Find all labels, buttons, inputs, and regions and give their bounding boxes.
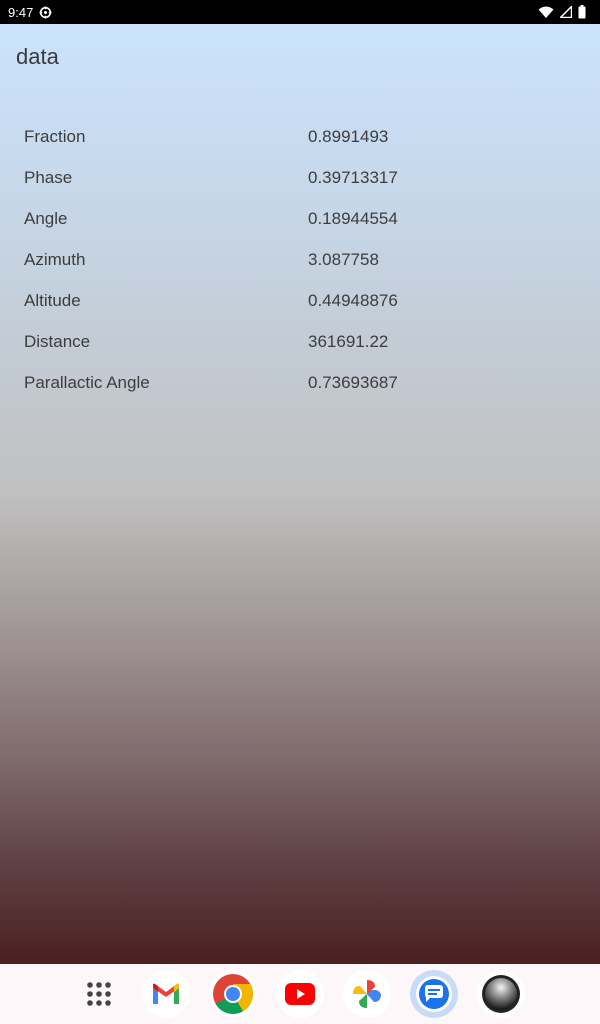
status-time: 9:47 [8,4,34,20]
camera-icon[interactable] [477,970,525,1018]
row-label: Angle [24,208,68,228]
data-row-phase: Phase 0.39713317 [24,157,584,198]
row-label: Fraction [24,126,86,146]
data-row-angle: Angle 0.18944554 [24,198,584,239]
data-row-fraction: Fraction 0.8991493 [24,116,584,157]
data-row-parallactic-angle: Parallactic Angle 0.73693687 [24,362,584,403]
messages-icon[interactable] [410,970,458,1018]
row-value: 0.39713317 [308,167,398,187]
chrome-icon[interactable] [209,970,257,1018]
status-right [538,5,586,19]
row-value: 0.18944554 [308,208,398,228]
data-row-distance: Distance 361691.22 [24,321,584,362]
row-value: 0.44948876 [308,290,398,310]
app-drawer-icon[interactable] [75,970,123,1018]
settings-gear-icon [39,5,52,19]
page-title: data [16,44,59,69]
row-label: Phase [24,167,73,187]
youtube-icon[interactable] [276,970,324,1018]
row-value: 361691.22 [308,331,389,351]
row-value: 0.73693687 [308,372,398,392]
status-left: 9:47 [8,5,52,20]
row-label: Parallactic Angle [24,372,150,392]
photos-icon[interactable] [343,970,391,1018]
cell-signal-icon [560,6,572,18]
row-value: 3.087758 [308,249,379,269]
row-value: 0.8991493 [308,126,389,146]
data-list: Fraction 0.8991493 Phase 0.39713317 Angl… [24,116,584,403]
row-label: Azimuth [24,249,86,269]
app-content: data Fraction 0.8991493 Phase 0.39713317… [0,24,600,964]
status-bar: 9:47 [0,0,600,24]
gmail-icon[interactable] [142,970,190,1018]
battery-icon [578,5,586,19]
data-row-azimuth: Azimuth 3.087758 [24,239,584,280]
row-label: Altitude [24,290,81,310]
row-label: Distance [24,331,91,351]
wifi-icon [538,6,554,19]
taskbar [0,964,600,1024]
data-row-altitude: Altitude 0.44948876 [24,280,584,321]
